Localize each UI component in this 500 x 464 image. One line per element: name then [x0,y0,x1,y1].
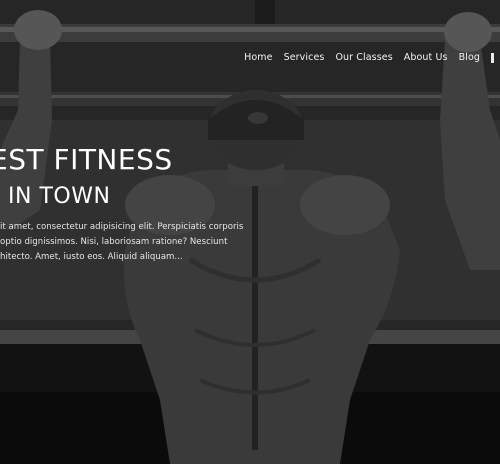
nav-link-blog[interactable]: Blog [459,52,480,63]
nav-overflow-indicator [491,52,494,63]
main-nav: Home Services Our Classes About Us Blog [244,52,494,63]
nav-link-home[interactable]: Home [244,52,272,63]
nav-link-our-classes[interactable]: Our Classes [335,52,392,63]
nav-link-services[interactable]: Services [284,52,325,63]
hero-headline: EST FITNESS [0,143,173,176]
nav-link-about-us[interactable]: About Us [404,52,448,63]
hero-subheadline: IN TOWN [8,184,111,209]
hero-description-line: hitecto. Amet, iusto eos. Aliquid aliqua… [0,252,183,262]
hero-description-line: it amet, consectetur adipisicing elit. P… [0,222,244,232]
hero-description-line: optio dignissimos. Nisi, laboriosam rati… [0,237,228,247]
hero-section: Home Services Our Classes About Us Blog … [0,0,500,464]
hero-description: it amet, consectetur adipisicing elit. P… [0,220,250,265]
